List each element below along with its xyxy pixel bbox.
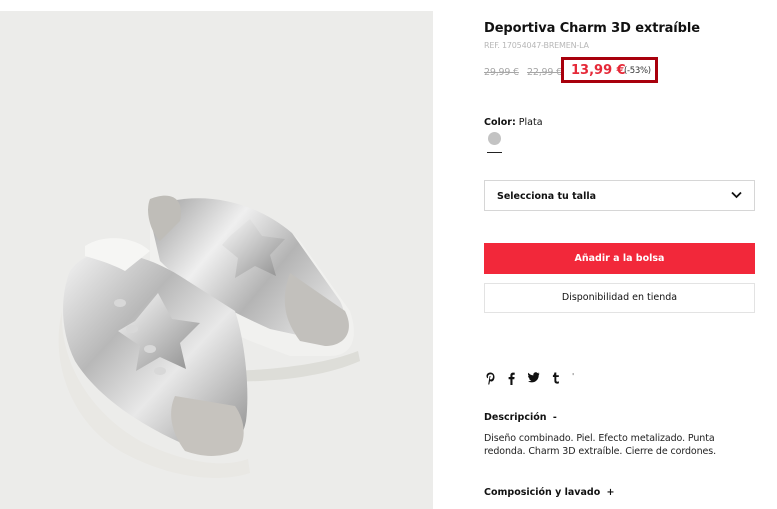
twitter-icon[interactable] <box>528 372 540 387</box>
size-select-label: Selecciona tu talla <box>497 191 596 202</box>
color-value: Plata <box>518 117 543 128</box>
chevron-down-icon <box>731 191 742 199</box>
composition-title: Composición y lavado <box>484 487 601 498</box>
pinterest-icon[interactable] <box>486 372 495 389</box>
size-select[interactable]: Selecciona tu talla <box>484 180 755 211</box>
composition-heading[interactable]: Composición y lavado + <box>484 487 615 498</box>
description-toggle: - <box>552 412 557 423</box>
product-image <box>0 11 433 509</box>
swatch-selected-indicator <box>487 152 502 153</box>
store-availability-button[interactable]: Disponibilidad en tienda <box>484 283 755 313</box>
price-highlight-box: 13,99 € (-53%) <box>561 57 658 83</box>
add-to-bag-button[interactable]: Añadir a la bolsa <box>484 243 755 274</box>
share-more-icon[interactable]: ' <box>572 370 574 384</box>
price-block: 29,99 € 22,99 € 13,99 € (-53%) <box>484 57 684 86</box>
description-title: Descripción <box>484 412 547 423</box>
original-price-1: 29,99 € <box>484 67 519 78</box>
color-swatch-plata[interactable] <box>488 132 501 145</box>
composition-toggle: + <box>606 487 615 498</box>
sneakers-illustration <box>58 195 360 478</box>
share-icons: ' <box>486 372 586 386</box>
product-title: Deportiva Charm 3D extraíble <box>484 21 700 36</box>
description-text: Diseño combinado. Piel. Efecto metalizad… <box>484 433 717 457</box>
color-label: Color: Plata <box>484 117 543 128</box>
original-price-2: 22,99 € <box>527 67 562 78</box>
tumblr-icon[interactable] <box>552 372 560 388</box>
description-heading[interactable]: Descripción - <box>484 412 557 423</box>
current-price: 13,99 € <box>571 63 626 78</box>
product-ref: REF. 17054047-BREMEN-LA <box>484 41 589 50</box>
color-label-key: Color: <box>484 117 516 128</box>
facebook-icon[interactable] <box>508 372 515 389</box>
discount-badge: (-53%) <box>624 66 651 76</box>
